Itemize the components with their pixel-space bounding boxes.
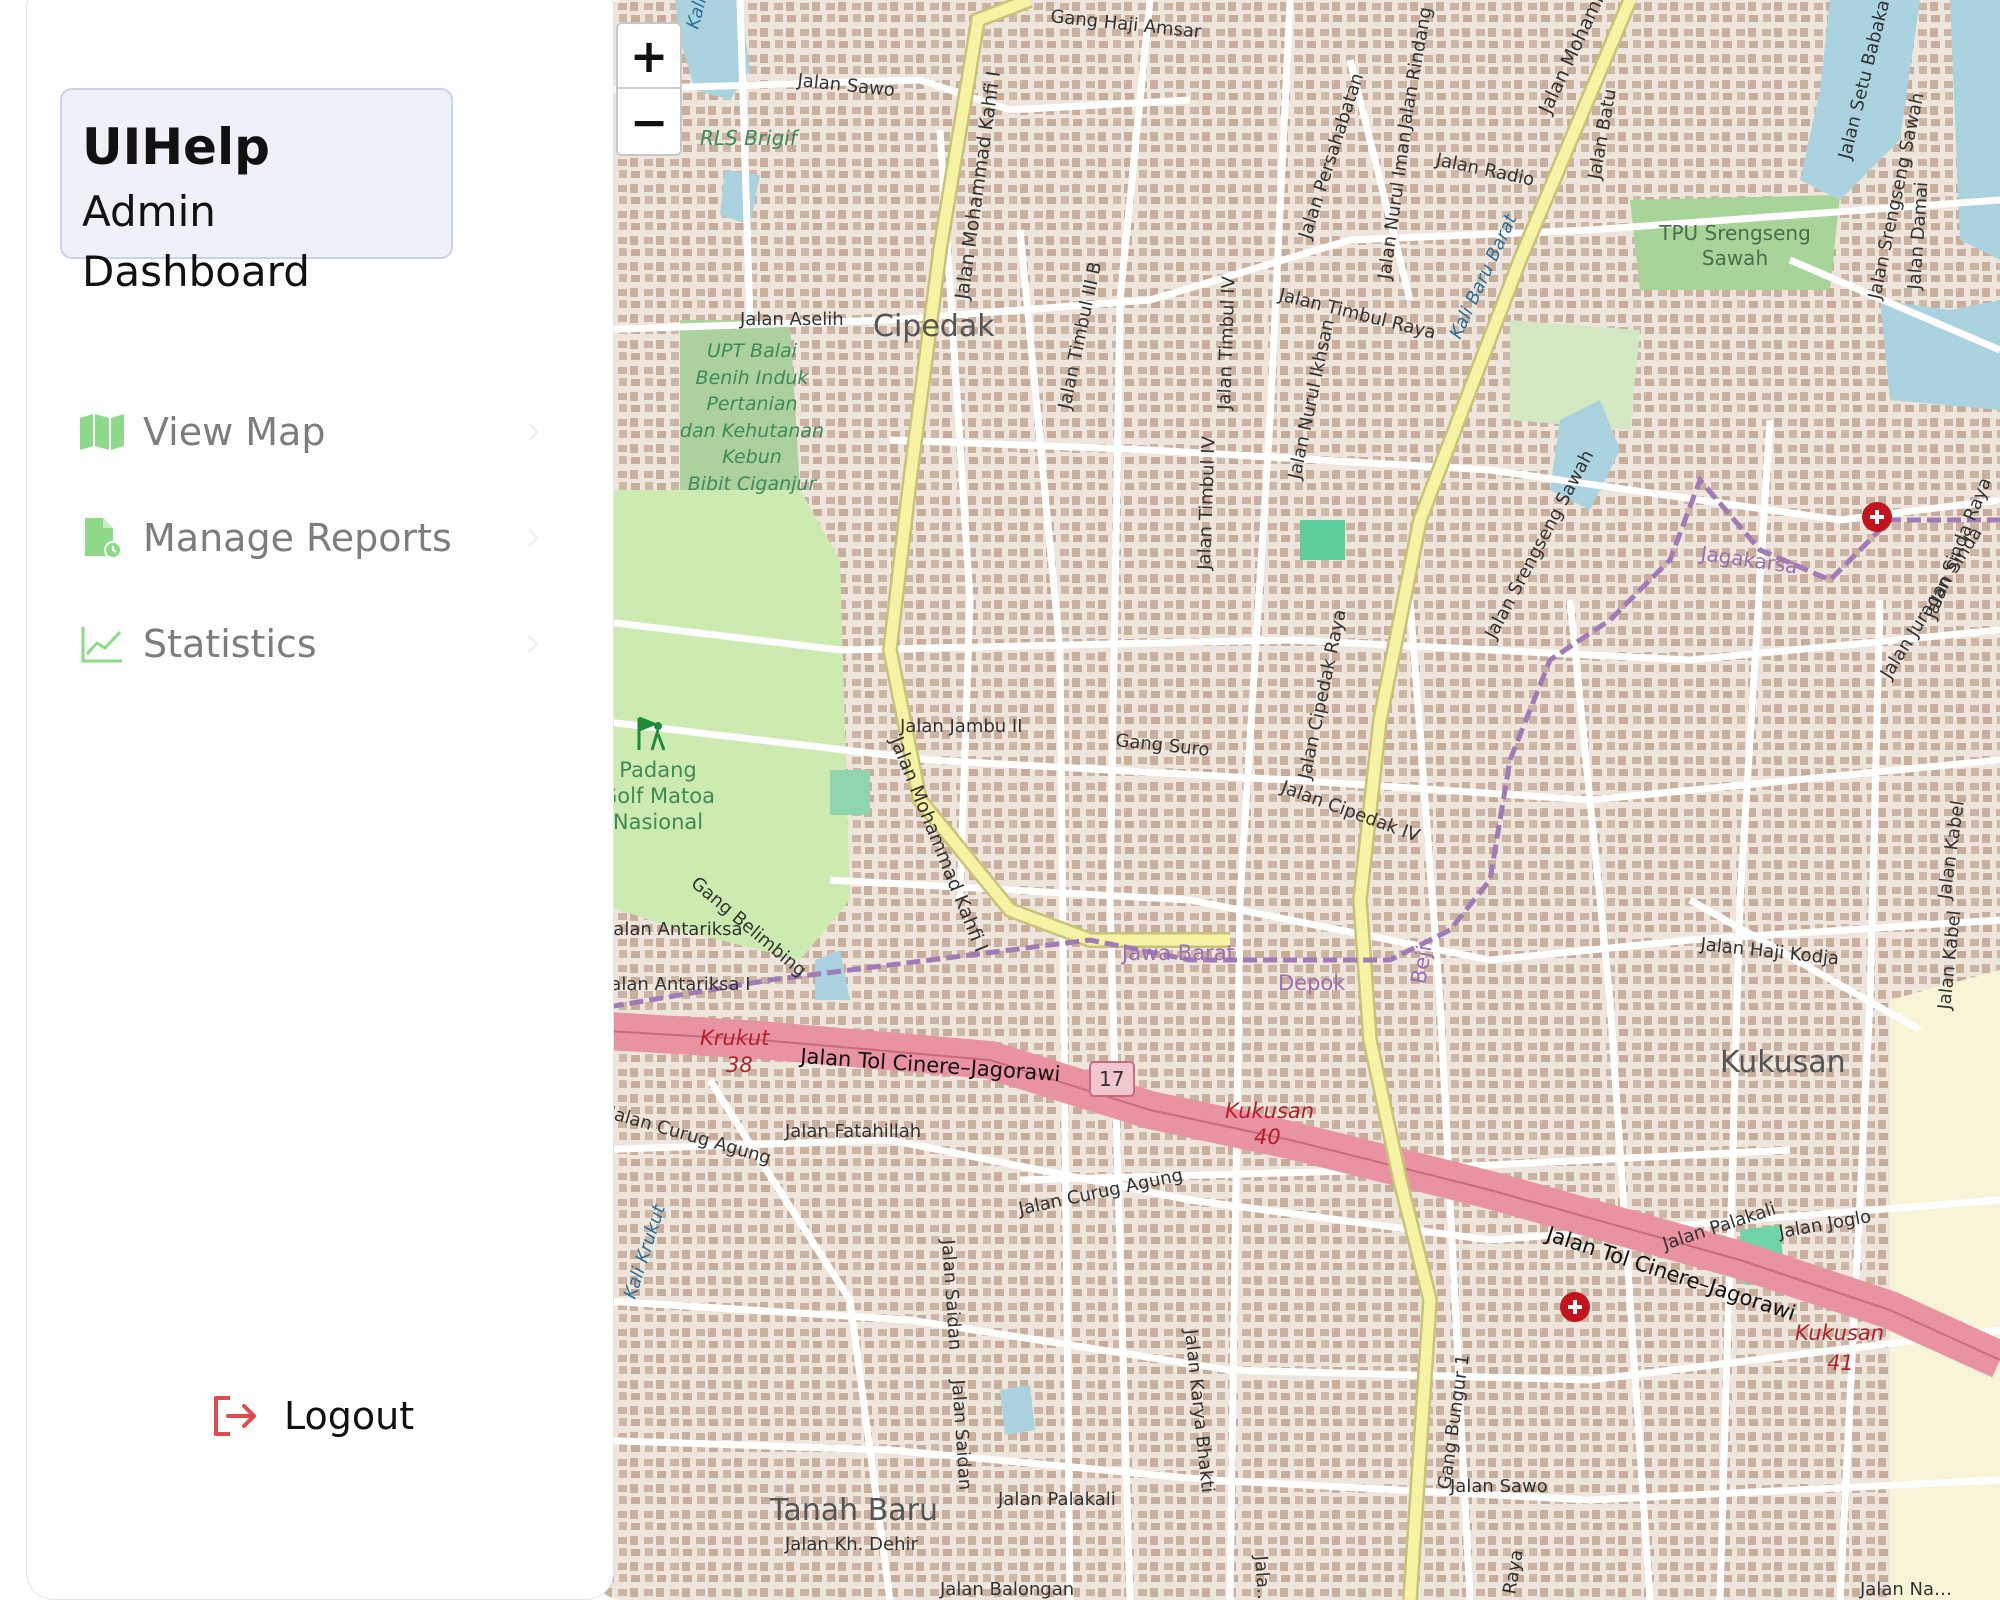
logout-icon	[214, 1396, 256, 1436]
route-number: 17	[1099, 1067, 1124, 1091]
map-label: Padang	[619, 758, 696, 782]
map-label: Jalan Palakali	[997, 1489, 1116, 1510]
zoom-control: + −	[616, 22, 682, 156]
map-view[interactable]: + − Gang Haji Amsar Jalan Sawo RLS Brigi…	[590, 0, 2000, 1600]
chevron-right-icon	[528, 635, 539, 653]
map-label: Kukusan	[1225, 1099, 1314, 1123]
nav-item-manage-reports[interactable]: Manage Reports	[77, 498, 547, 578]
map-label: Pertanian	[706, 393, 797, 415]
map-icon	[77, 410, 127, 454]
map-label: Kebun	[722, 446, 782, 468]
nav-label-view-map: View Map	[143, 410, 326, 454]
map-label: Jalan Balongan	[939, 1579, 1074, 1600]
map-label: Kukusan	[1720, 1045, 1846, 1080]
lake	[1880, 300, 2000, 410]
logout-button[interactable]: Logout	[212, 1376, 414, 1456]
map-label: TPU Srengseng	[1658, 221, 1811, 245]
nav-label-statistics: Statistics	[143, 622, 317, 666]
map-label: dan Kehutanan	[680, 420, 824, 442]
nav-item-statistics[interactable]: Statistics	[77, 604, 547, 684]
map-tiles: Gang Haji Amsar Jalan Sawo RLS Brigif Ka…	[590, 0, 2000, 1600]
hospital-icon	[1560, 1292, 1590, 1322]
hospital-icon	[1862, 502, 1892, 532]
map-label: Krukut	[700, 1026, 770, 1050]
report-file-icon	[77, 516, 127, 560]
map-label: Depok	[1278, 971, 1346, 995]
app-subtitle: Admin Dashboard	[82, 187, 310, 296]
chart-line-icon	[77, 622, 127, 666]
pitch	[1300, 520, 1345, 560]
map-label: RLS Brigif	[700, 126, 800, 150]
nav-item-view-map[interactable]: View Map	[77, 392, 547, 472]
map-label: Bibit Ciganjur	[688, 473, 818, 495]
map-label: Jalan Na…	[1859, 1579, 1952, 1600]
pitch	[830, 770, 870, 815]
map-label: Tanah Baru	[769, 1493, 938, 1528]
map-label: Jalan Antariksa	[607, 919, 743, 940]
map-label: 40	[1254, 1125, 1281, 1149]
chevron-right-icon	[528, 529, 539, 547]
brand-card: UIHelp Admin Dashboard	[60, 88, 453, 296]
map-label: 38	[726, 1053, 753, 1077]
map-label: Jalan Antariksa I	[604, 974, 751, 995]
campus-area	[1890, 970, 2000, 1600]
map-label: Jalan Fatahillah	[784, 1121, 921, 1142]
nav-label-manage-reports: Manage Reports	[143, 516, 452, 560]
map-label: 41	[1827, 1351, 1854, 1375]
map-label: Nasional	[613, 810, 703, 834]
pond	[1000, 1385, 1035, 1435]
map-label: Jala…	[1250, 1554, 1275, 1600]
map-label: Jalan Aselih	[739, 309, 844, 330]
sidebar: UIHelp Admin Dashboard View Map Manage R…	[26, 0, 614, 1600]
app-title: UIHelp	[82, 118, 270, 176]
map-label: Cipedak	[873, 309, 995, 344]
map-label: Golf Matoa	[601, 784, 715, 808]
map-label: Jawa Barat	[1120, 941, 1235, 965]
map-label: Jalan Jambu II	[899, 716, 1023, 737]
map-label: Jalan Kh. Dehir	[784, 1534, 918, 1555]
chevron-right-icon	[528, 423, 539, 441]
map-label: Sawah	[1702, 246, 1768, 270]
zoom-out-button[interactable]: −	[618, 89, 680, 154]
logout-label: Logout	[284, 1394, 415, 1438]
zoom-in-button[interactable]: +	[618, 24, 680, 89]
map-label: UPT Balai	[707, 340, 798, 362]
map-label: Benih Induk	[696, 367, 810, 389]
map-label: Kukusan	[1795, 1321, 1884, 1345]
map-label: Jalan Sawo	[1449, 1476, 1548, 1497]
